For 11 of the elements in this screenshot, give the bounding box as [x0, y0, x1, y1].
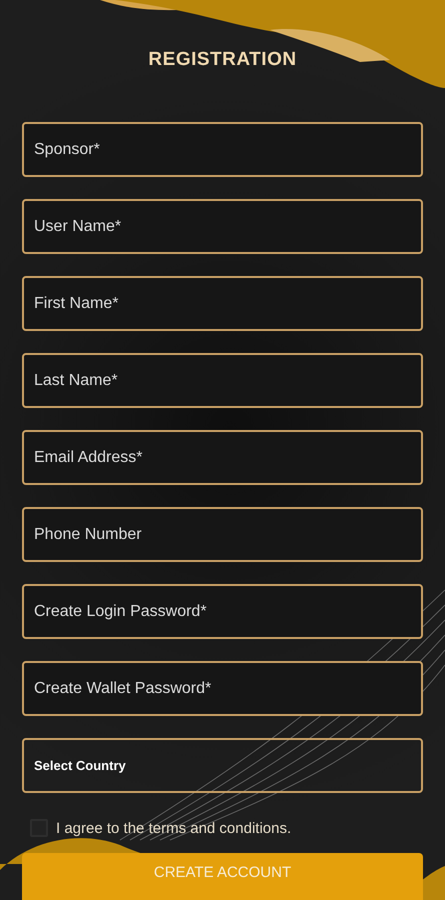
input-field[interactable]: Sponsor*: [22, 122, 423, 177]
input-field[interactable]: First Name*: [22, 276, 423, 331]
terms-label: I agree to the terms and conditions.: [56, 820, 292, 836]
input-field[interactable]: User Name*: [22, 199, 423, 254]
input-field[interactable]: Create Login Password*: [22, 584, 423, 639]
country-select[interactable]: Select Country: [22, 738, 423, 793]
input-field[interactable]: Email Address*: [22, 430, 423, 485]
input-field[interactable]: Create Wallet Password*: [22, 661, 423, 716]
input-field[interactable]: Phone Number: [22, 507, 423, 562]
input-field[interactable]: Last Name*: [22, 353, 423, 408]
page-title: REGISTRATION: [147, 48, 298, 72]
